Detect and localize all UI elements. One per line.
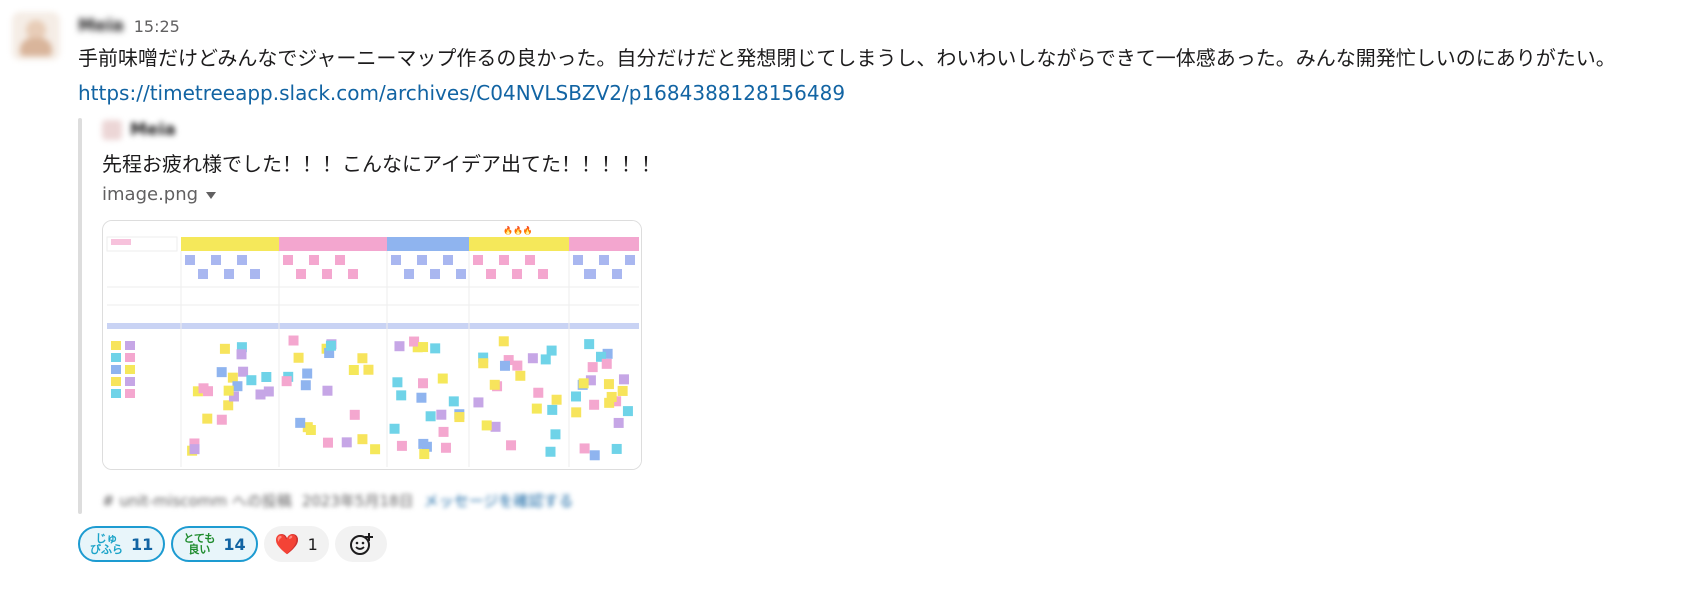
quote-footer: # unit-miscomm への投稿 2023年5月18日 メッセージを確認す… (102, 490, 573, 511)
reaction-juubifura[interactable]: じゅ びふら 11 (78, 526, 166, 562)
quote-text: 先程お疲れ様でした！！！こんなにアイデア出てた！！！！！ (102, 152, 661, 176)
reactions-bar: じゅ びふら 11 とても 良い 14 ❤️ 1 (78, 526, 387, 562)
footer-date: 2023年5月18日 (301, 492, 414, 510)
caret-down-icon[interactable] (206, 192, 217, 199)
juubifura-emoji: じゅ びふら (90, 532, 123, 556)
file-name[interactable]: image.png (102, 184, 198, 205)
heart-icon: ❤️ (274, 532, 300, 556)
quote-author-name: Meia (130, 120, 176, 140)
reaction-heart[interactable]: ❤️ 1 (263, 526, 329, 562)
reaction-count: 11 (131, 534, 154, 554)
reaction-count: 1 (307, 534, 318, 554)
message-header: Meia 15:25 (78, 14, 180, 38)
svg-text:🔥🔥🔥: 🔥🔥🔥 (503, 225, 533, 235)
add-emoji-icon (349, 533, 373, 555)
footer-jump-link[interactable]: メッセージを確認する (424, 490, 574, 511)
quote-author[interactable]: Meia (102, 120, 176, 140)
footer-channel[interactable]: # unit-miscomm への投稿 (102, 490, 292, 511)
timestamp[interactable]: 15:25 (134, 17, 180, 36)
reaction-count: 14 (223, 534, 246, 554)
reaction-totemo-yoi[interactable]: とても 良い 14 (171, 526, 258, 562)
quote-bar (78, 118, 82, 514)
message-text: 手前味噌だけどみんなでジャーニーマップ作るの良かった。自分だけだと発想閉じてしま… (78, 46, 1616, 70)
image-attachment[interactable]: 🔥🔥🔥 (102, 220, 642, 470)
sender-name[interactable]: Meia (78, 16, 124, 36)
file-row[interactable]: image.png (102, 184, 217, 205)
journey-map-thumbnail: 🔥🔥🔥 (103, 221, 641, 469)
totemo-yoi-emoji: とても 良い (183, 532, 216, 556)
add-reaction-button[interactable] (334, 526, 387, 562)
message: Meia 15:25 手前味噌だけどみんなでジャーニーマップ作るの良かった。自分… (0, 0, 1696, 591)
quote-avatar (102, 120, 122, 140)
sender-avatar[interactable] (12, 12, 60, 60)
message-link[interactable]: https://timetreeapp.slack.com/archives/C… (78, 79, 845, 107)
